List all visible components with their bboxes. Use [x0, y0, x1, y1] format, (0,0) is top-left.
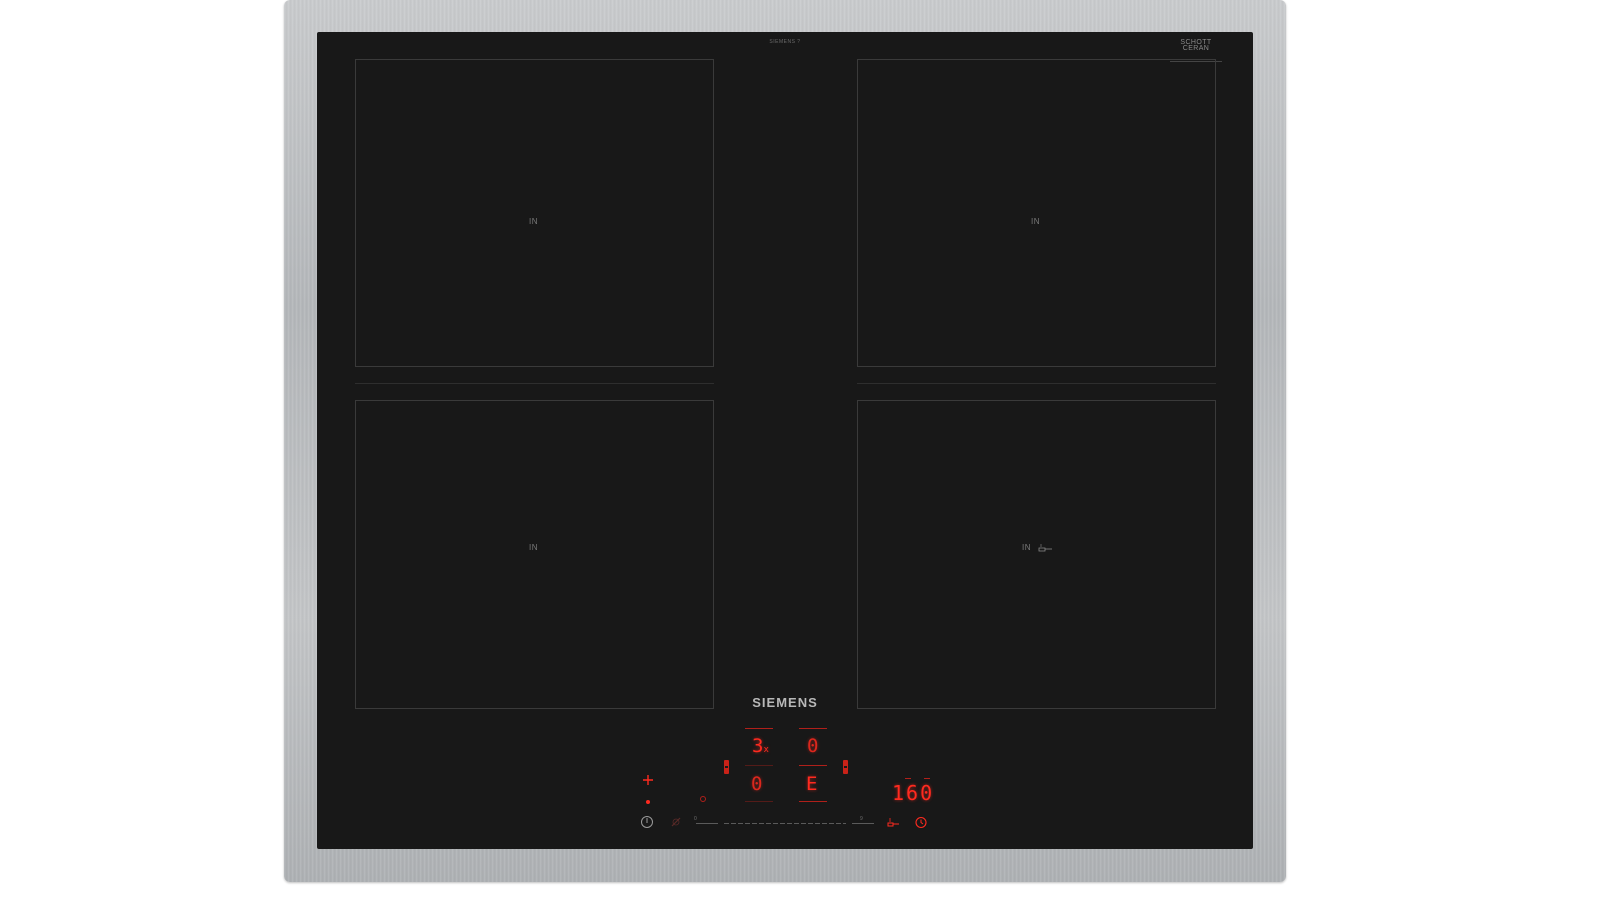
zone-label: IN — [1022, 543, 1031, 552]
power-icon[interactable] — [640, 815, 654, 829]
zone-display-top-left: 3x — [752, 735, 769, 757]
status-indicator-dot — [646, 800, 650, 804]
zone-display-bottom-right: E — [806, 773, 818, 795]
schott-ceran-logo: SCHOTT CERAN — [1180, 39, 1212, 52]
zone-select-right-indicator[interactable] — [843, 760, 848, 774]
timer-icon[interactable] — [914, 815, 928, 829]
top-marking: SIEMENS ? — [769, 39, 801, 45]
cooking-zone-front-left-top[interactable]: IN — [355, 59, 714, 367]
zone-select-left-indicator[interactable] — [724, 760, 729, 774]
cooking-zone-bottom-right[interactable]: IN — [857, 400, 1216, 709]
zone-label: IN — [529, 217, 538, 226]
timer-display: 160 — [892, 781, 935, 805]
lock-icon[interactable] — [670, 816, 682, 828]
frying-sensor-icon[interactable] — [886, 816, 900, 828]
sensor-icon[interactable] — [698, 794, 708, 804]
cooking-zone-rear-left[interactable]: IN — [355, 400, 714, 709]
slider-min-label: 0 — [694, 816, 697, 822]
power-level-slider[interactable]: 0 9 — [694, 816, 876, 826]
slider-max-label: 9 — [860, 816, 863, 822]
zone-display-top-right: 0 — [807, 735, 819, 757]
frying-pan-icon — [1038, 544, 1052, 552]
zone-display-bottom-left: 0 — [751, 773, 763, 795]
cooking-zone-top-right[interactable]: IN — [857, 59, 1216, 367]
zone-label: IN — [1031, 217, 1040, 226]
boost-icon[interactable] — [642, 774, 654, 786]
brand-logo: SIEMENS — [752, 695, 818, 710]
zone-label: IN — [529, 543, 538, 552]
